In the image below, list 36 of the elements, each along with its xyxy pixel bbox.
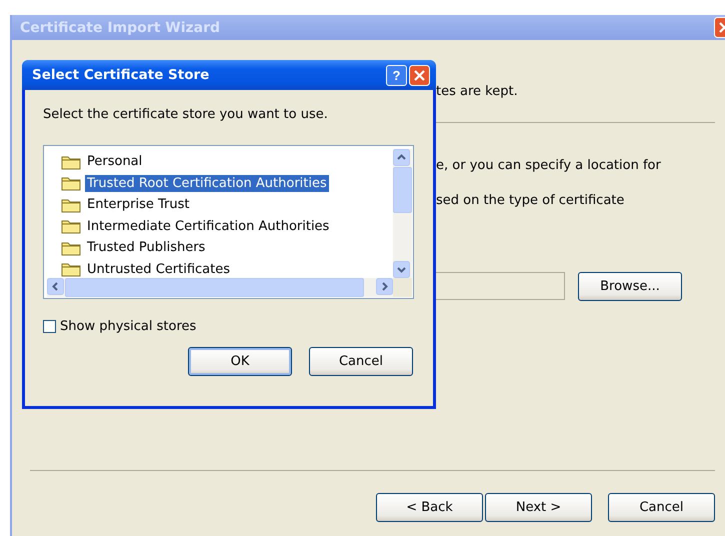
scroll-right-icon[interactable] — [376, 278, 393, 295]
folder-icon — [61, 261, 81, 278]
close-button[interactable] — [409, 64, 430, 86]
checkbox[interactable] — [43, 320, 56, 333]
store-item[interactable]: Trusted Root Certification Authorities — [85, 174, 329, 192]
scroll-down-icon[interactable] — [393, 261, 410, 278]
help-button[interactable]: ? — [386, 64, 407, 86]
file-path-field[interactable] — [436, 272, 565, 300]
browse-button[interactable]: Browse... — [578, 272, 682, 301]
checkbox-label[interactable]: Show physical stores — [60, 319, 196, 334]
scrollbar-corner — [393, 278, 412, 297]
back-button[interactable]: < Back — [376, 493, 483, 522]
scroll-thumb[interactable] — [393, 167, 412, 213]
store-item[interactable]: Enterprise Trust — [85, 196, 192, 214]
instruction-text: Select the certificate store you want to use. — [43, 107, 329, 122]
cancel-button[interactable]: Cancel — [608, 493, 715, 522]
ok-button[interactable]: OK — [188, 347, 292, 376]
store-item[interactable]: Personal — [85, 153, 144, 170]
window-title: Certificate Import Wizard — [20, 20, 222, 36]
scroll-up-icon[interactable] — [393, 149, 410, 166]
store-item[interactable]: Trusted Publishers — [85, 239, 208, 256]
vertical-scrollbar[interactable] — [393, 149, 412, 278]
next-button[interactable]: Next > — [485, 493, 592, 522]
store-item[interactable]: Untrusted Certificates — [85, 260, 232, 278]
store-item[interactable]: Intermediate Certification Authorities — [85, 218, 332, 235]
cancel-button[interactable]: Cancel — [309, 347, 413, 376]
description-text: tes are kept. — [436, 84, 519, 99]
dialog-title: Select Certificate Store — [32, 67, 210, 83]
folder-icon — [61, 175, 81, 192]
folder-icon — [61, 196, 81, 213]
folder-icon — [61, 218, 81, 234]
description-text: sed on the type of certificate — [436, 193, 626, 208]
description-text: e, or you can specify a location for — [436, 158, 662, 173]
folder-icon — [61, 154, 81, 170]
folder-icon — [61, 240, 81, 256]
scroll-left-icon[interactable] — [47, 278, 64, 295]
